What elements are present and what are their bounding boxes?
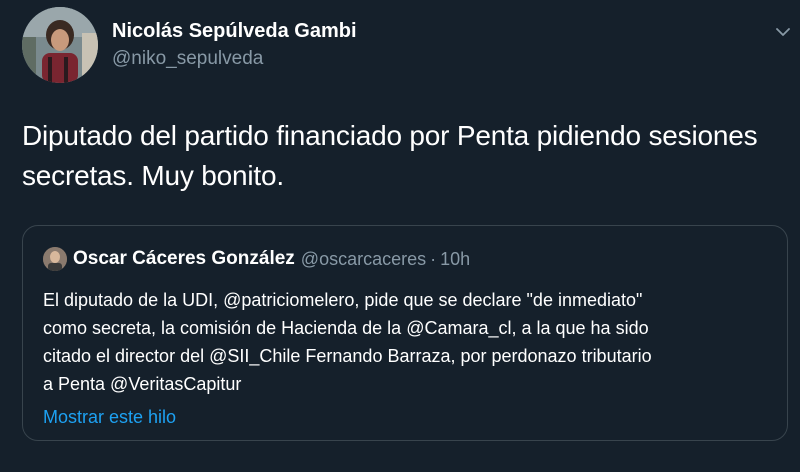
quoted-author-display-name[interactable]: Oscar Cáceres González [73,248,295,270]
quoted-author-handle[interactable]: @oscarcaceres [301,249,426,270]
quoted-tweet-text: El diputado de la UDI, @patriciomelero, … [43,286,773,398]
quoted-author-avatar-image [43,247,67,271]
separator-dot: · [430,248,437,269]
author-avatar-image [22,7,98,83]
quoted-tweet-time[interactable]: 10h [440,249,470,270]
show-thread-link[interactable]: Mostrar este hilo [43,404,176,430]
tweet: Nicolás Sepúlveda Gambi @niko_sepulveda … [0,0,800,472]
tweet-text-line: secretas. Muy bonito. [22,160,284,191]
quoted-author-avatar[interactable] [43,247,67,271]
chevron-down-icon[interactable] [776,24,790,36]
author-avatar[interactable] [22,7,98,83]
quoted-text-line: a Penta @VeritasCapitur [43,374,242,394]
tweet-text-line: Diputado del partido financiado por Pent… [22,120,758,151]
quoted-tweet-card[interactable]: Oscar Cáceres González @oscarcaceres · 1… [22,225,788,441]
quoted-tweet-header: Oscar Cáceres González @oscarcaceres · 1… [43,247,470,271]
quoted-text-line: como secreta, la comisión de Hacienda de… [43,318,649,338]
quoted-text-line: El diputado de la UDI, @patriciomelero, … [43,290,643,310]
tweet-text: Diputado del partido financiado por Pent… [22,116,792,196]
quoted-text-line: citado el director del @SII_Chile Fernan… [43,346,652,366]
author-handle[interactable]: @niko_sepulveda [112,46,357,72]
author-display-name[interactable]: Nicolás Sepúlveda Gambi [112,18,357,44]
author-block: Nicolás Sepúlveda Gambi @niko_sepulveda [112,18,357,72]
